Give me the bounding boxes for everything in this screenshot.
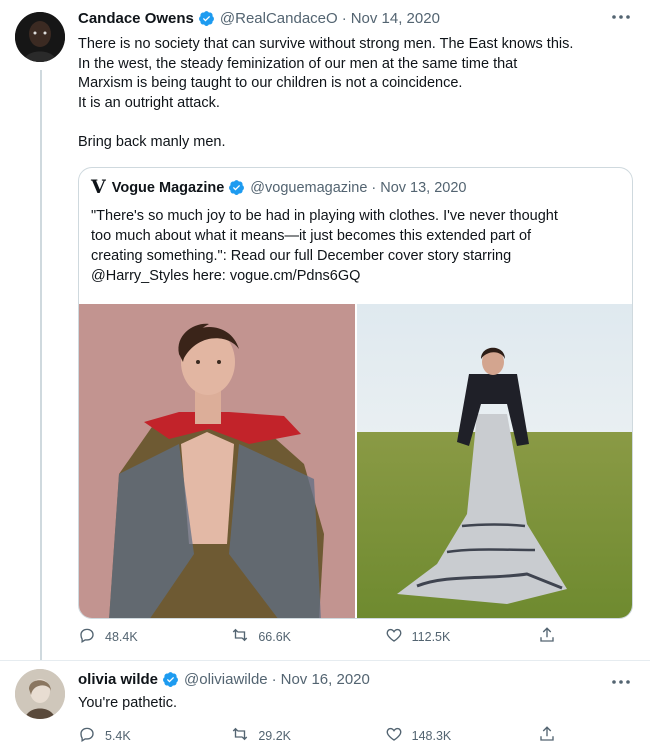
quoted-text-line: @Harry_Styles here: vogue.cm/Pdns6GQ [91, 268, 361, 284]
quoted-tweet[interactable]: V Vogue Magazine @voguemagazine · Nov 13… [78, 167, 633, 619]
reply-count: 48.4K [105, 629, 138, 644]
quoted-tweet-text: "There's so much joy to be had in playin… [91, 206, 621, 286]
like-count: 112.5K [411, 629, 451, 644]
tweet-olivia[interactable]: olivia wilde @oliviawilde · Nov 16, 2020… [0, 660, 650, 754]
like-button[interactable]: 148.3K [385, 725, 505, 746]
author-name[interactable]: olivia wilde [78, 671, 158, 688]
share-button[interactable] [538, 725, 558, 746]
separator-dot: · [341, 10, 347, 27]
tweet-text-line: Marxism is being taught to our children … [78, 75, 463, 91]
like-count: 148.3K [411, 728, 452, 743]
photo-portrait[interactable] [79, 304, 355, 618]
heart-icon [385, 626, 403, 647]
more-dots-icon[interactable] [610, 10, 632, 22]
quoted-author-handle[interactable]: @voguemagazine [250, 180, 367, 196]
tweet-candace[interactable]: Candace Owens @RealCandaceO · Nov 14, 20… [0, 0, 650, 660]
retweet-count: 29.2K [258, 728, 291, 743]
share-button[interactable] [538, 626, 558, 647]
heart-icon [385, 725, 403, 746]
quoted-text-line: too much about what it means—it just bec… [91, 228, 532, 244]
tweet-text-line: There is no society that can survive wit… [78, 36, 574, 52]
quoted-tweet-media [79, 304, 632, 618]
avatar[interactable] [15, 12, 65, 62]
more-dots-icon[interactable] [610, 675, 632, 687]
tweet-date[interactable]: Nov 16, 2020 [281, 671, 370, 688]
like-button[interactable]: 112.5K [385, 626, 505, 647]
tweet-text: There is no society that can survive wit… [78, 35, 633, 152]
retweet-button[interactable]: 66.6K [231, 626, 351, 647]
retweet-icon [231, 626, 249, 647]
author-handle[interactable]: @oliviawilde [184, 671, 268, 688]
tweet-text-line: Bring back manly men. [78, 133, 226, 150]
tweet-text-line: You're pathetic. [78, 695, 177, 711]
retweet-button[interactable]: 29.2K [231, 725, 351, 746]
avatar[interactable] [15, 669, 65, 719]
verified-badge-icon [162, 671, 179, 688]
quoted-tweet-date[interactable]: Nov 13, 2020 [380, 180, 466, 196]
tweet-actions: 5.4K 29.2K 148.3K [78, 725, 558, 746]
reply-button[interactable]: 5.4K [78, 725, 198, 746]
author-handle[interactable]: @RealCandaceO [220, 10, 338, 27]
quoted-author-name[interactable]: Vogue Magazine [112, 180, 225, 196]
reply-icon [78, 626, 96, 647]
tweet-text-line: It is an outright attack. [78, 94, 220, 111]
share-icon [538, 725, 556, 746]
verified-badge-icon [198, 10, 215, 27]
tweet-header: Candace Owens @RealCandaceO · Nov 14, 20… [78, 10, 440, 27]
reply-count: 5.4K [105, 728, 131, 743]
reply-icon [78, 725, 96, 746]
vogue-logo-avatar[interactable]: V [91, 178, 106, 197]
quoted-text-line: "There's so much joy to be had in playin… [91, 208, 558, 224]
quoted-text-line: creating something.": Read our full Dece… [91, 248, 512, 264]
retweet-icon [231, 725, 249, 746]
verified-badge-icon [228, 179, 245, 196]
tweet-header: olivia wilde @oliviawilde · Nov 16, 2020 [78, 671, 370, 688]
retweet-count: 66.6K [258, 629, 291, 644]
separator-dot: · [371, 179, 377, 196]
share-icon [538, 626, 556, 647]
author-name[interactable]: Candace Owens [78, 10, 194, 27]
separator-dot: · [271, 671, 277, 688]
tweet-text-line: In the west, the steady feminization of … [78, 55, 518, 72]
photo-field[interactable] [357, 304, 632, 618]
quoted-tweet-header: V Vogue Magazine @voguemagazine · Nov 13… [91, 178, 467, 197]
tweet-text: You're pathetic. [78, 694, 633, 714]
tweet-actions: 48.4K 66.6K 112.5K [78, 626, 558, 647]
tweet-date[interactable]: Nov 14, 2020 [351, 10, 440, 27]
reply-button[interactable]: 48.4K [78, 626, 198, 647]
